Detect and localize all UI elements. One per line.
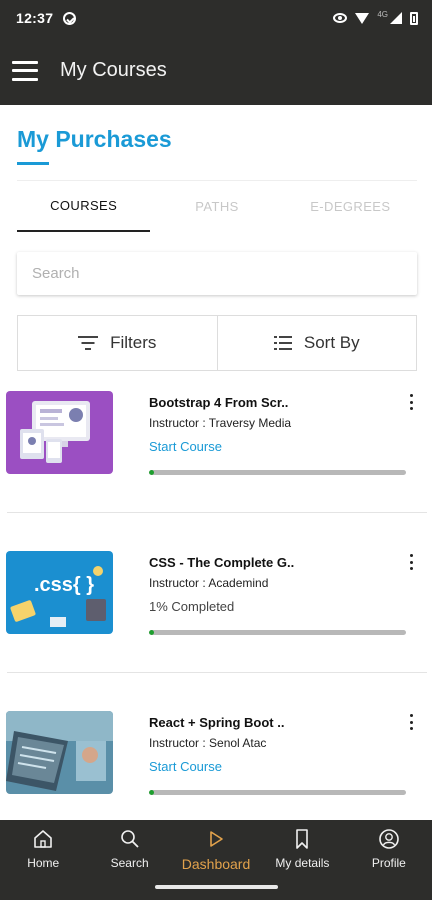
app-bar: My Courses — [0, 36, 432, 105]
title-underline — [17, 162, 49, 165]
course-title: Bootstrap 4 From Scr.. — [149, 395, 289, 410]
list-divider — [7, 672, 427, 673]
nav-home-label: Home — [27, 856, 60, 870]
course-instructor: Instructor : Academind — [149, 576, 269, 590]
more-options-icon[interactable] — [402, 552, 420, 572]
more-options-icon[interactable] — [402, 712, 420, 732]
profile-icon — [378, 828, 400, 850]
filters-button[interactable]: Filters — [18, 316, 217, 370]
nav-search[interactable]: Search — [86, 820, 172, 876]
nav-my-details[interactable]: My details — [259, 820, 345, 876]
purchase-tabs: COURSES PATHS E-DEGREES — [17, 180, 417, 232]
nav-home[interactable]: Home — [0, 820, 86, 876]
sort-by-label: Sort By — [303, 333, 360, 352]
course-thumbnail — [6, 391, 113, 474]
nav-dashboard-label: Dashboard — [181, 856, 251, 872]
sort-list-icon — [273, 336, 292, 350]
filters-label: Filters — [110, 333, 157, 352]
network-type-label: 4G — [377, 9, 388, 19]
search-box — [17, 252, 417, 295]
hamburger-menu-icon[interactable] — [12, 60, 38, 81]
course-instructor: Instructor : Senol Atac — [149, 736, 267, 750]
nav-dashboard[interactable]: Dashboard — [173, 820, 259, 876]
bottom-navigation: Home Search Dashboard My details Profile — [0, 820, 432, 876]
course-progress-bar — [149, 470, 406, 475]
nav-profile-label: Profile — [371, 856, 406, 870]
home-gesture-bar[interactable] — [155, 885, 278, 889]
more-options-icon[interactable] — [402, 392, 420, 412]
wifi-icon — [355, 12, 370, 24]
signal-icon — [390, 12, 402, 24]
search-icon — [119, 828, 141, 850]
home-icon — [32, 828, 54, 850]
svg-text:.css{ }: .css{ } — [34, 574, 94, 596]
tab-e-degrees[interactable]: E-DEGREES — [284, 181, 417, 232]
tab-paths[interactable]: PATHS — [150, 181, 283, 232]
bookmark-icon — [291, 828, 313, 850]
filter-sort-bar: Filters Sort By — [17, 315, 417, 371]
nav-profile[interactable]: Profile — [346, 820, 432, 876]
list-divider — [7, 512, 427, 513]
gesture-navigation-area — [0, 876, 432, 900]
course-thumbnail — [6, 711, 113, 794]
search-input[interactable] — [32, 265, 417, 282]
page-title: My Purchases — [17, 126, 172, 152]
eye-icon — [333, 13, 348, 23]
sort-by-button[interactable]: Sort By — [216, 316, 417, 370]
nav-my-details-label: My details — [275, 856, 330, 870]
status-time: 12:37 — [16, 10, 54, 26]
course-progress-fill — [149, 790, 154, 795]
design-devices-illustration-icon — [6, 391, 113, 474]
status-indicators: 4G — [333, 9, 418, 25]
course-progress-bar — [149, 790, 406, 795]
course-list-item[interactable]: .css{ } CSS - The Complete G.. Instructo… — [0, 540, 432, 680]
tab-courses[interactable]: COURSES — [17, 181, 151, 232]
filter-icon — [78, 336, 99, 350]
play-icon — [205, 828, 227, 850]
course-progress-bar — [149, 630, 406, 635]
battery-icon — [410, 11, 418, 25]
course-progress-fill — [149, 470, 154, 475]
course-title: React + Spring Boot .. — [149, 715, 285, 730]
app-title: My Courses — [60, 59, 167, 81]
nav-search-label: Search — [110, 856, 149, 870]
course-thumbnail: .css{ } — [6, 551, 113, 634]
laptop-coding-photo-icon — [6, 711, 113, 794]
start-course-link[interactable]: Start Course — [149, 759, 222, 774]
course-list-item[interactable]: Bootstrap 4 From Scr.. Instructor : Trav… — [0, 380, 432, 520]
sync-status-icon — [63, 11, 77, 25]
course-progress-fill — [149, 630, 154, 635]
course-completion-status: 1% Completed — [149, 599, 235, 614]
start-course-link[interactable]: Start Course — [149, 439, 222, 454]
course-list-item[interactable]: React + Spring Boot .. Instructor : Seno… — [0, 700, 432, 840]
course-instructor: Instructor : Traversy Media — [149, 416, 292, 430]
css-code-illustration-icon: .css{ } — [6, 551, 113, 634]
course-title: CSS - The Complete G.. — [149, 555, 295, 570]
status-bar: 12:37 4G — [0, 0, 432, 36]
